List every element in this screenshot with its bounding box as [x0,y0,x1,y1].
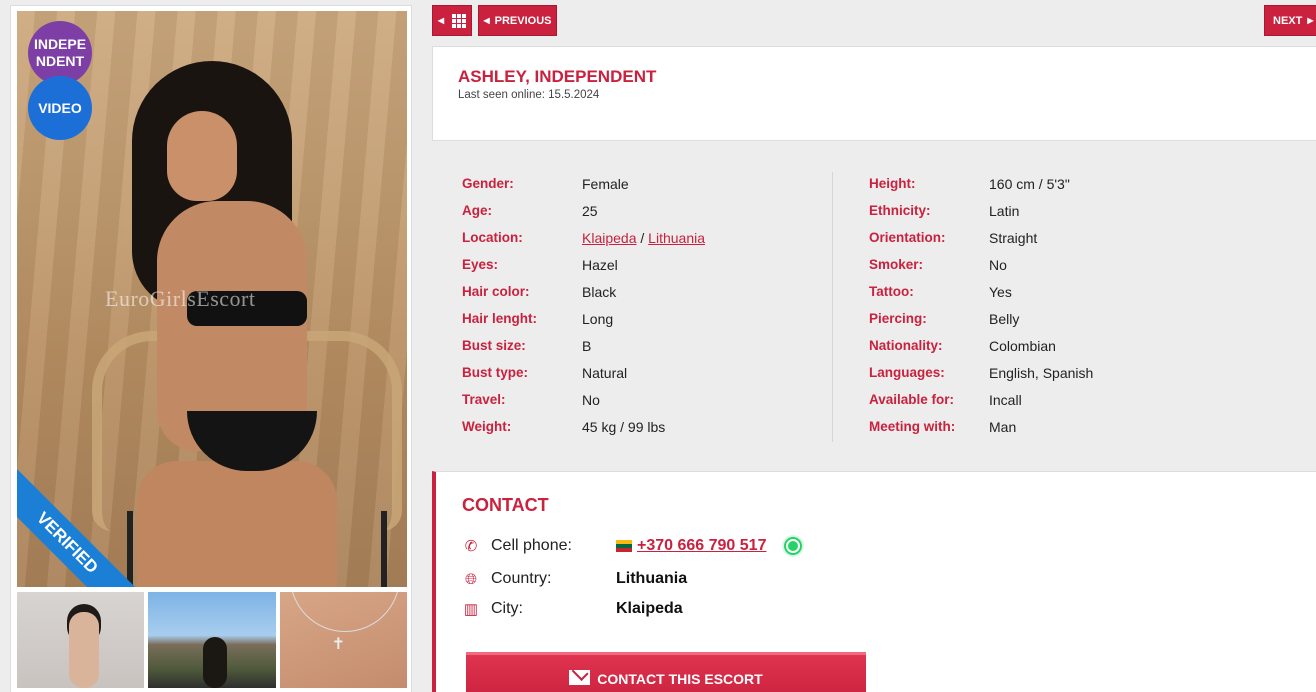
chevron-left-icon: ◀ [483,16,490,25]
detail-row-bust-size: Bust size: B [462,337,592,354]
photo-chair-legs [127,511,387,587]
detail-row-available-for: Available for: Incall [869,391,1022,408]
city-value: Klaipeda [616,600,683,617]
city-label: City: [491,600,523,617]
chevron-left-icon: ◀ [437,16,445,25]
lithuania-flag-icon [616,540,632,552]
contact-escort-button[interactable]: CONTACT THIS ESCORT [466,652,866,692]
details-left: Gender: Female Age: 25 Location: Klaipeda /… [462,170,705,440]
thumbnail-strip: ✝ [17,592,407,688]
detail-row-weight: Weight: 45 kg / 99 lbs [462,418,666,435]
last-seen: Last seen online: 15.5.2024 [458,89,600,101]
next-label: NEXT [1273,14,1303,27]
globe-icon: 🌐︎ [464,570,477,588]
detail-row-travel: Travel: No [462,391,600,408]
detail-row-orientation: Orientation: Straight [869,229,1038,246]
chevron-right-icon: ▶ [1307,16,1314,25]
contact-city-row: ▥ City: Klaipeda [462,600,683,618]
country-value: Lithuania [616,570,688,587]
thumbnail-3[interactable]: ✝ [279,592,407,688]
location-country-link[interactable]: Lithuania [648,230,705,246]
photo-column: EuroGirlsEscort VERIFIED INDEPE NDENT VI… [10,5,412,692]
video-badge[interactable]: VIDEO [28,76,92,140]
thumbnail-2[interactable] [148,592,276,688]
contact-escort-label: CONTACT THIS ESCORT [597,671,763,687]
country-label: Country: [491,570,552,587]
detail-row-bust-type: Bust type: Natural [462,364,628,381]
contact-country-row: 🌐︎ Country: Lithuania [462,570,687,588]
details-divider [832,172,833,442]
contact-title: CONTACT [462,495,549,515]
gallery-grid-button[interactable]: ◀ [432,5,472,36]
phone-number-link[interactable]: +370 666 790 517 [637,537,766,555]
grid-icon [452,13,467,28]
detail-row-hair-length: Hair lenght: Long [462,310,614,327]
photo-face [167,111,237,201]
detail-row-gender: Gender: Female [462,175,629,192]
phone-label: Cell phone: [491,537,572,554]
detail-row-age: Age: 25 [462,202,598,219]
phone-icon: ✆ [464,538,478,555]
previous-button[interactable]: ◀ PREVIOUS [478,5,557,36]
city-icon: ▥ [463,601,479,618]
next-button[interactable]: NEXT ▶ [1264,5,1316,36]
contact-phone-row: ✆ Cell phone: +370 666 790 517 [462,535,805,557]
detail-row-tattoo: Tattoo: Yes [869,283,1012,300]
previous-label: PREVIOUS [494,14,552,27]
detail-row-hair-color: Hair color: Black [462,283,617,300]
detail-row-height: Height: 160 cm / 5'3" [869,175,1070,192]
location-city-link[interactable]: Klaipeda [582,230,637,246]
detail-row-eyes: Eyes: Hazel [462,256,618,273]
detail-row-languages: Languages: English, Spanish [869,364,1094,381]
detail-row-location: Location: Klaipeda / Lithuania [462,229,705,246]
details-right: Height: 160 cm / 5'3" Ethnicity: Latin Ori… [869,170,1093,440]
photo-watermark: EuroGirlsEscort [105,286,256,311]
detail-row-ethnicity: Ethnicity: Latin [869,202,1020,219]
envelope-icon [569,670,591,685]
detail-row-smoker: Smoker: No [869,256,1007,273]
whatsapp-icon[interactable] [782,535,805,557]
cross-pendant-icon: ✝ [331,636,346,653]
thumbnail-1[interactable] [17,592,145,688]
profile-header: ASHLEY, INDEPENDENT Last seen online: 15… [432,46,1316,141]
detail-row-meeting-with: Meeting with: Man [869,418,1017,435]
detail-row-nationality: Nationality: Colombian [869,337,1056,354]
detail-row-piercing: Piercing: Belly [869,310,1020,327]
profile-name: ASHLEY, INDEPENDENT [458,67,657,86]
contact-section: CONTACT ✆ Cell phone: +370 666 790 517 🌐… [432,471,1316,692]
